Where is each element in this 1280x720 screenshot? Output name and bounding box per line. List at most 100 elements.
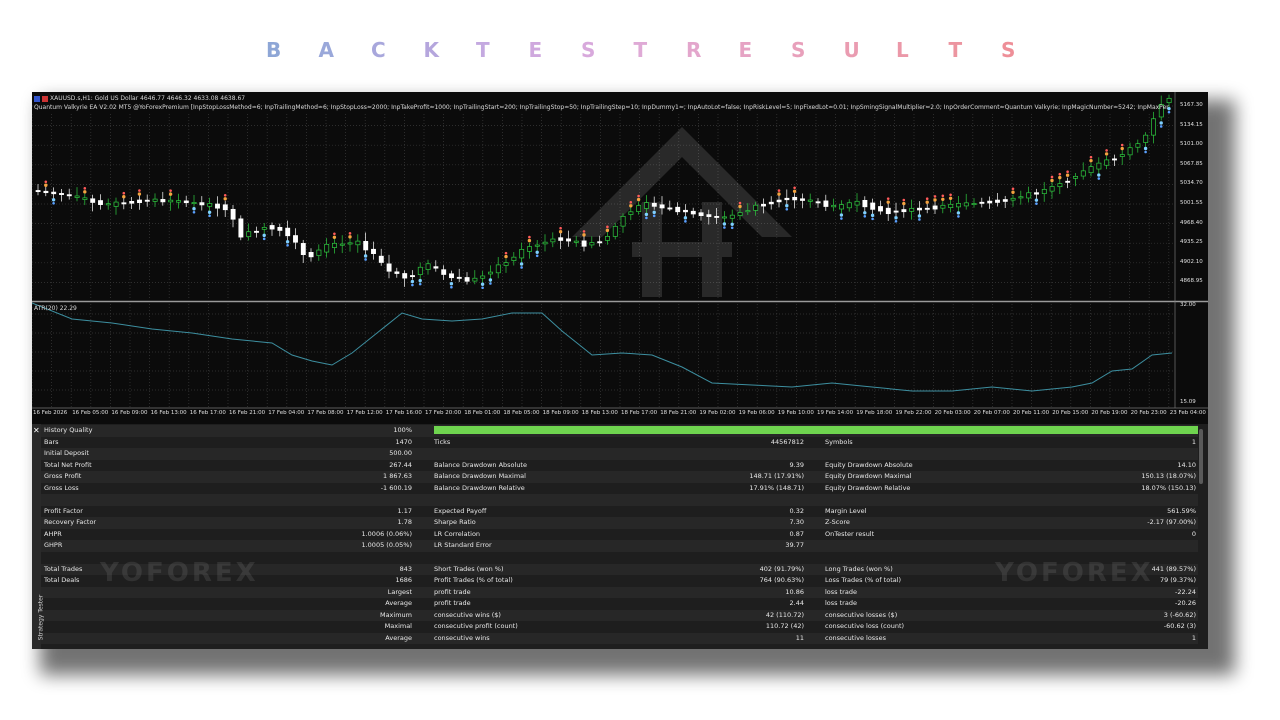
time-axis-label: 16 Feb 2026 [33,410,68,416]
candle-body [761,203,766,207]
candle-body [698,212,704,216]
trade-marker [839,213,844,217]
candle-body [644,202,649,209]
trade-marker [793,186,796,190]
trade-marker [138,189,141,192]
mt5-window: XAUUSD.s,H1: Gold US Dollar 4646.77 4646… [32,92,1208,649]
candle-body [137,199,142,204]
candle-body [862,199,868,208]
time-axis-label: 19 Feb 18:00 [856,410,893,416]
report-label: Margin Level [825,506,867,515]
close-icon[interactable]: ✕ [33,426,40,435]
trade-marker [418,278,422,283]
report-value: Average [385,599,412,608]
candle-body [1104,159,1110,166]
candle-body [846,202,852,209]
report-row [32,494,1198,506]
banner-letter: T [633,38,648,62]
trade-marker [1097,177,1101,180]
report-row: Average consecutive wins 11 consecutive los… [32,632,1198,645]
trade-marker [894,216,898,220]
trade-marker [1034,198,1039,202]
report-row: Bars 1470 Ticks 44567812 Symbols 1 [32,437,1198,449]
trade-marker [645,216,648,220]
trade-marker [941,194,945,198]
candle-body [573,240,579,243]
time-axis-label: 23 Feb 04:00 [1169,410,1206,416]
trade-marker [933,198,937,202]
candle-body [1057,183,1063,188]
report-value: 500.00 [389,449,412,458]
report-value: 7.30 [789,518,804,527]
banner-letter: S [791,38,806,62]
candle-body [878,206,883,212]
candle-body [932,205,938,210]
report-value: 561.59% [1167,506,1196,515]
candle-body [948,203,954,208]
trade-marker [1167,110,1171,114]
candle-body [1143,134,1149,143]
trade-marker [1159,121,1163,125]
candle-body [261,227,267,230]
trade-marker [1089,155,1093,159]
candle-body [995,199,1000,203]
candle-body [176,200,181,203]
report-row: Average profit trade 2.44 loss trade -20.26 [32,598,1198,610]
tester-report: History Quality 100% Bars 1470 Ticks 44567812… [32,424,1208,649]
time-axis-label: 17 Feb 08:00 [307,410,344,416]
report-label: LR Correlation [434,529,481,538]
candle-body [566,238,571,242]
watermark-logo-shape [572,127,792,237]
candle-body [1080,170,1086,177]
time-axis-label: 19 Feb 14:00 [817,410,854,416]
trade-marker [83,187,87,190]
candle-body [753,204,759,211]
report-value: -20.26 [1175,599,1196,608]
candle-body [1151,118,1156,136]
report-value: 1470 [395,437,412,446]
trade-marker [285,240,290,244]
watermark-text: YOFOREX [995,558,1154,588]
candle-body [417,266,423,275]
candle-body [1018,196,1024,199]
trade-marker [1011,187,1015,191]
candle-body [113,201,119,207]
trade-marker [332,235,337,240]
watermark-text: YOFOREX [100,558,259,588]
time-axis-label: 17 Feb 04:00 [268,410,305,416]
time-axis-label: 16 Feb 21:00 [229,410,266,416]
report-value: 42 (110.72) [765,610,804,619]
banner-letter: K [423,38,440,62]
trade-marker [449,282,454,286]
candle-body [121,202,127,205]
trade-marker [1050,175,1054,179]
candle-body [956,203,961,208]
trade-marker [1120,146,1124,151]
trade-marker [83,190,87,194]
candle-body [550,238,556,243]
time-axis-label: 17 Feb 12:00 [346,410,383,416]
strategy-tester-tab[interactable]: Strategy Tester [32,424,44,649]
candle-body [371,248,376,254]
trade-marker [1058,175,1062,180]
trade-marker [411,283,414,287]
trade-marker [169,189,172,192]
candle-body [1166,97,1172,104]
candle-body [464,277,470,282]
report-label: profit trade [434,587,471,596]
price-chart[interactable]: XAUUSD.s,H1: Gold US Dollar 4646.77 4646… [32,92,1208,422]
trade-marker [925,197,929,201]
trade-marker [1105,149,1108,152]
candle-body [1049,186,1055,192]
candle-body [332,242,337,248]
trade-marker [840,217,843,220]
chart-canvas [32,92,1208,409]
candle-body [1119,154,1125,157]
candle-body [901,209,907,213]
report-scrollbar[interactable] [1199,429,1203,484]
trade-marker [886,200,890,204]
candle-body [1135,143,1141,148]
candle-body [293,235,298,243]
report-value: 14.10 [1177,460,1196,469]
candle-body [581,240,587,247]
